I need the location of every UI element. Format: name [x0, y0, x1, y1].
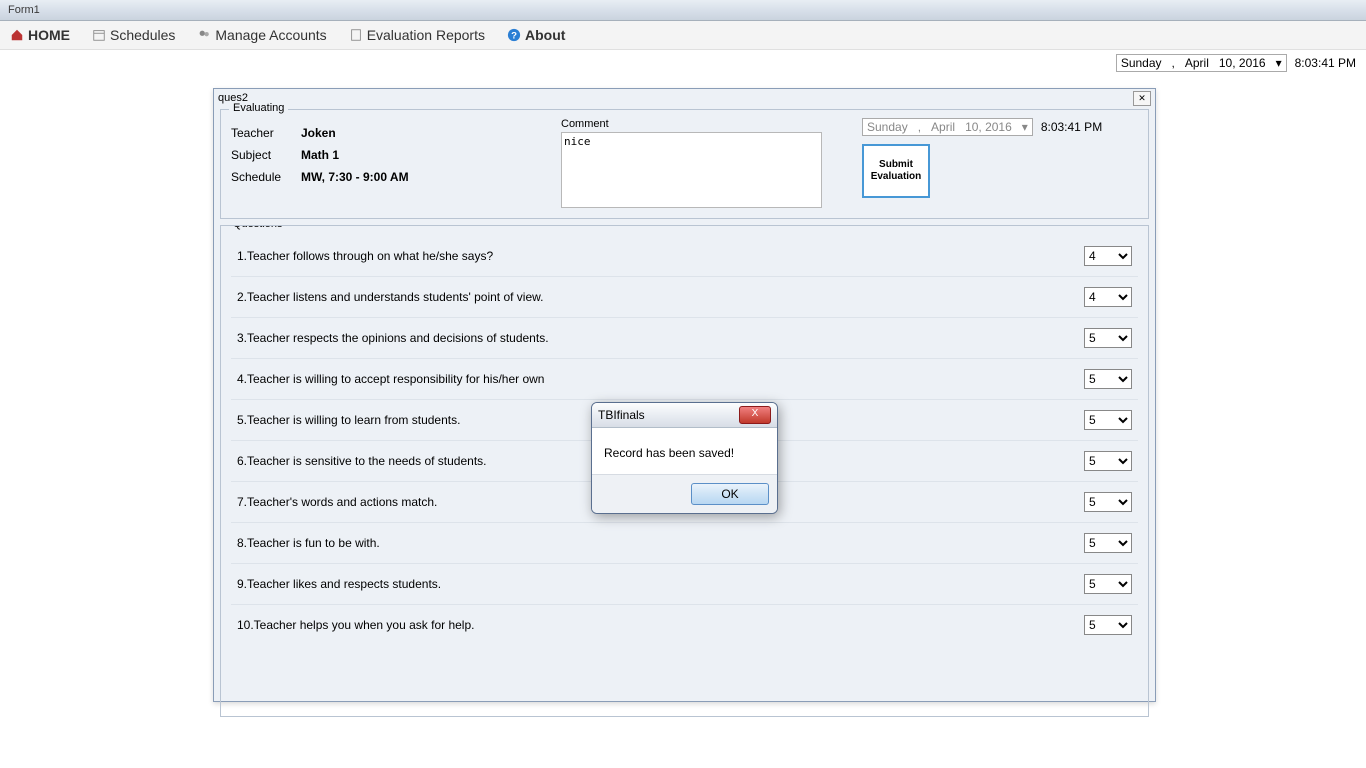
evaluation-form: ques2 ✕ Evaluating TeacherJoken SubjectM… [213, 88, 1156, 702]
window-title: Form1 [0, 4, 48, 16]
header-datetime: Sunday , April 10, 2016 ▾ 8:03:41 PM [0, 50, 1366, 72]
save-confirmation-dialog: TBIfinals X Record has been saved! OK [591, 402, 778, 514]
menu-about[interactable]: ? About [507, 27, 565, 43]
question-text: 9.Teacher likes and respects students. [237, 577, 441, 591]
question-row: 3.Teacher respects the opinions and deci… [231, 318, 1138, 359]
question-rating-select[interactable]: 5 [1084, 574, 1132, 594]
menu-schedules-label: Schedules [110, 27, 175, 43]
menu-evaluation-reports[interactable]: Evaluation Reports [349, 27, 485, 43]
subject-value: Math 1 [301, 148, 339, 162]
users-icon [197, 28, 211, 42]
menu-manage-accounts-label: Manage Accounts [215, 27, 326, 43]
form-clock: 8:03:41 PM [1041, 120, 1102, 134]
schedule-label: Schedule [231, 170, 301, 184]
question-row: 10.Teacher helps you when you ask for he… [231, 605, 1138, 645]
header-day: 10, 2016 [1219, 56, 1266, 70]
msgbox-title: TBIfinals [598, 408, 645, 422]
help-icon: ? [507, 28, 521, 42]
question-text: 6.Teacher is sensitive to the needs of s… [237, 454, 486, 468]
svg-text:?: ? [511, 31, 517, 42]
header-weekday: Sunday [1121, 56, 1162, 70]
question-text: 3.Teacher respects the opinions and deci… [237, 331, 549, 345]
calendar-icon [92, 28, 106, 42]
form-titlebar: ques2 ✕ [214, 89, 1155, 107]
window-titlebar: Form1 [0, 0, 1366, 21]
header-clock: 8:03:41 PM [1295, 56, 1356, 70]
question-row: 8.Teacher is fun to be with. 5 [231, 523, 1138, 564]
msgbox-close-button[interactable]: X [739, 406, 771, 424]
question-rating-select[interactable]: 5 [1084, 615, 1132, 635]
question-text: 10.Teacher helps you when you ask for he… [237, 618, 474, 632]
teacher-value: Joken [301, 126, 336, 140]
form-close-button[interactable]: ✕ [1133, 91, 1151, 106]
question-rating-select[interactable]: 5 [1084, 410, 1132, 430]
teacher-label: Teacher [231, 126, 301, 140]
question-text: 5.Teacher is willing to learn from stude… [237, 413, 460, 427]
questions-group-label: Questions [229, 225, 287, 230]
question-rating-select[interactable]: 5 [1084, 492, 1132, 512]
mission-text-decor: AN LA IC GE ISSION [1156, 212, 1366, 732]
question-rating-select[interactable]: 4 [1084, 246, 1132, 266]
msgbox-message: Record has been saved! [592, 428, 777, 474]
question-rating-select[interactable]: 5 [1084, 369, 1132, 389]
question-text: 4.Teacher is willing to accept responsib… [237, 372, 544, 386]
menu-about-label: About [525, 27, 565, 43]
evaluating-group-label: Evaluating [229, 102, 288, 114]
school-seal-decor [40, 252, 220, 612]
header-month: April [1185, 56, 1209, 70]
menu-manage-accounts[interactable]: Manage Accounts [197, 27, 326, 43]
schedule-value: MW, 7:30 - 9:00 AM [301, 170, 409, 184]
question-text: 8.Teacher is fun to be with. [237, 536, 380, 550]
question-row: 2.Teacher listens and understands studen… [231, 277, 1138, 318]
form-date-picker[interactable]: Sunday, April 10, 2016 ▾ [862, 118, 1033, 136]
question-text: 1.Teacher follows through on what he/she… [237, 249, 493, 263]
question-row: 1.Teacher follows through on what he/she… [231, 236, 1138, 277]
evaluation-metadata: TeacherJoken SubjectMath 1 ScheduleMW, 7… [231, 118, 531, 192]
question-rating-select[interactable]: 5 [1084, 533, 1132, 553]
report-icon [349, 28, 363, 42]
question-rating-select[interactable]: 5 [1084, 328, 1132, 348]
msgbox-titlebar: TBIfinals X [592, 403, 777, 428]
question-text: 2.Teacher listens and understands studen… [237, 290, 543, 304]
header-date-picker[interactable]: Sunday , April 10, 2016 ▾ [1116, 54, 1287, 72]
main-menu: HOME Schedules Manage Accounts Evaluatio… [0, 21, 1366, 50]
home-icon [10, 28, 24, 42]
menu-home-label: HOME [28, 27, 70, 43]
comment-label: Comment [561, 118, 822, 130]
msgbox-ok-button[interactable]: OK [691, 483, 769, 505]
subject-label: Subject [231, 148, 301, 162]
question-row: 4.Teacher is willing to accept responsib… [231, 359, 1138, 400]
question-rating-select[interactable]: 4 [1084, 287, 1132, 307]
comment-input[interactable] [561, 132, 822, 208]
submit-evaluation-button[interactable]: Submit Evaluation [862, 144, 930, 198]
question-rating-select[interactable]: 5 [1084, 451, 1132, 471]
menu-schedules[interactable]: Schedules [92, 27, 175, 43]
question-text: 7.Teacher's words and actions match. [237, 495, 437, 509]
menu-home[interactable]: HOME [10, 27, 70, 43]
question-row: 9.Teacher likes and respects students. 5 [231, 564, 1138, 605]
calendar-dropdown-icon: ▾ [1276, 56, 1282, 70]
calendar-dropdown-icon: ▾ [1022, 120, 1028, 134]
menu-evaluation-reports-label: Evaluation Reports [367, 27, 485, 43]
